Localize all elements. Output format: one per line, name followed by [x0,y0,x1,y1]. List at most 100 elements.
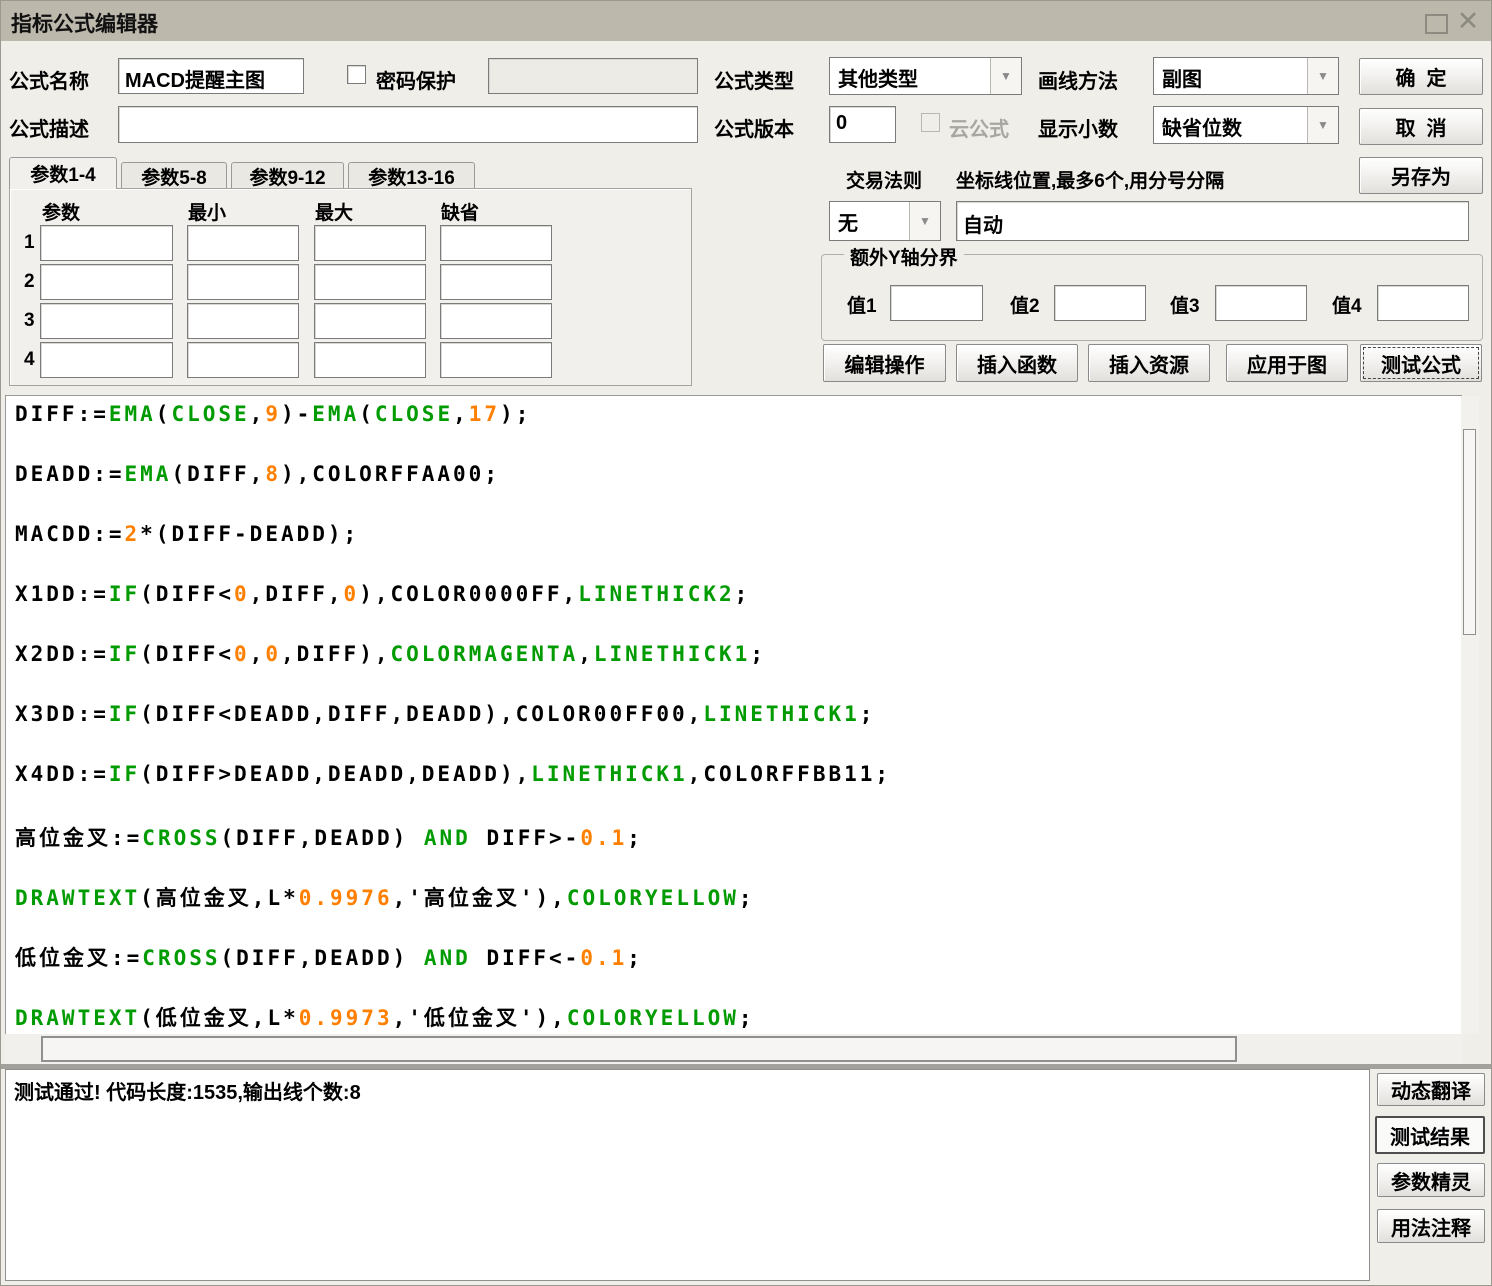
param-cell-input[interactable] [187,303,299,339]
formula-type-value: 其他类型 [838,69,918,91]
y2-input[interactable] [1054,285,1146,321]
formula-type-select[interactable]: 其他类型 ▼ [829,57,1022,95]
title-bar: 指标公式编辑器 [1,1,1491,41]
param-cell-input[interactable] [40,303,173,339]
password-input [488,58,698,94]
param-panel: 参数 最小 最大 缺省 1 2 3 4 [9,188,692,386]
y2-label: 值2 [1010,296,1040,317]
param-cell-input[interactable] [40,342,173,378]
tab-params-13-16[interactable]: 参数13-16 [348,162,475,189]
trade-rule-select[interactable]: 无 ▼ [829,201,941,241]
param-row-number: 3 [24,310,35,331]
param-cell-input[interactable] [440,225,552,261]
extra-y-title: 额外Y轴分界 [844,243,964,270]
formula-editor-window: 指标公式编辑器 ✕ 公式名称 MACD提醒主图 密码保护 公式类型 其他类型 ▼… [0,0,1492,1286]
vertical-scrollbar[interactable] [1461,396,1479,1034]
formula-name-input[interactable]: MACD提醒主图 [118,58,304,94]
param-row-number: 2 [24,271,35,292]
coord-line-input[interactable]: 自动 [956,201,1469,241]
formula-type-label: 公式类型 [714,71,794,93]
y4-input[interactable] [1377,285,1469,321]
formula-version-input[interactable]: 0 [829,106,896,143]
param-cell-input[interactable] [187,264,299,300]
cancel-button[interactable]: 取 消 [1359,108,1483,145]
horizontal-scrollbar[interactable] [5,1034,1463,1064]
formula-name-label: 公式名称 [9,71,89,93]
param-cell-input[interactable] [314,303,426,339]
apply-to-chart-button[interactable]: 应用于图 [1226,344,1348,382]
param-cell-input[interactable] [440,342,552,378]
draw-method-select[interactable]: 副图 ▼ [1153,57,1339,95]
usage-note-button[interactable]: 用法注释 [1377,1209,1485,1243]
param-col-header: 最大 [315,203,354,224]
code-line: X1DD:=IF(DIFF<0,DIFF,0),COLOR0000FF,LINE… [15,582,751,606]
save-as-button[interactable]: 另存为 [1359,157,1483,194]
param-cell-input[interactable] [40,264,173,300]
param-cell-input[interactable] [187,225,299,261]
chevron-down-icon[interactable]: ▼ [909,202,940,240]
y1-label: 值1 [847,296,877,317]
param-cell-input[interactable] [314,225,426,261]
param-col-header: 参数 [42,203,81,224]
code-editor[interactable]: DIFF:=EMA(CLOSE,9)-EMA(CLOSE,17); DEADD:=… [5,395,1462,1035]
decimal-label: 显示小数 [1038,119,1118,141]
tab-params-1-4[interactable]: 参数1-4 [9,157,117,189]
param-cell-input[interactable] [440,264,552,300]
code-line: DEADD:=EMA(DIFF,8),COLORFFAA00; [15,462,500,486]
chevron-down-icon[interactable]: ▼ [1307,58,1338,94]
trade-rule-value: 无 [838,213,858,235]
code-line: DRAWTEXT(高位金叉,L*0.9976,'高位金叉'),COLORYELL… [15,886,755,910]
param-cell-input[interactable] [187,342,299,378]
coord-line-hint: 坐标线位置,最多6个,用分号分隔 [956,171,1225,192]
param-col-header: 最小 [188,203,227,224]
y4-label: 值4 [1332,296,1362,317]
chevron-down-icon[interactable]: ▼ [990,58,1021,94]
param-row-number: 1 [24,232,35,253]
code-line: DIFF:=EMA(CLOSE,9)-EMA(CLOSE,17); [15,402,532,426]
param-cell-input[interactable] [314,264,426,300]
code-line: DRAWTEXT(低位金叉,L*0.9973,'低位金叉'),COLORYELL… [15,1006,755,1030]
test-result-panel: 测试通过! 代码长度:1535,输出线个数:8 [5,1069,1370,1281]
decimal-value: 缺省位数 [1162,118,1242,140]
code-line: 低位金叉:=CROSS(DIFF,DEADD) AND DIFF<-0.1; [15,946,643,970]
code-line: 高位金叉:=CROSS(DIFF,DEADD) AND DIFF>-0.1; [15,826,643,850]
test-result-button[interactable]: 测试结果 [1375,1116,1485,1154]
formula-desc-input[interactable] [118,106,698,143]
vertical-scrollbar-thumb[interactable] [1463,429,1476,635]
password-label: 密码保护 [376,71,456,93]
tab-params-5-8[interactable]: 参数5-8 [121,162,227,189]
code-line: MACDD:=2*(DIFF-DEADD); [15,522,360,546]
param-wizard-button[interactable]: 参数精灵 [1377,1163,1485,1197]
extra-y-group: 额外Y轴分界 值1 值2 值3 值4 [821,243,1483,341]
draw-method-label: 画线方法 [1038,71,1118,93]
maximize-icon[interactable] [1425,14,1448,34]
dynamic-translate-button[interactable]: 动态翻译 [1377,1073,1485,1106]
ok-button[interactable]: 确 定 [1359,58,1483,95]
y3-label: 值3 [1170,296,1200,317]
param-cell-input[interactable] [40,225,173,261]
y3-input[interactable] [1215,285,1307,321]
param-cell-input[interactable] [314,342,426,378]
code-line: X3DD:=IF(DIFF<DEADD,DIFF,DEADD),COLOR00F… [15,702,876,726]
tab-params-9-12[interactable]: 参数9-12 [231,162,344,189]
decimal-select[interactable]: 缺省位数 ▼ [1153,106,1339,144]
y1-input[interactable] [890,285,983,321]
param-col-header: 缺省 [441,203,480,224]
password-checkbox[interactable] [347,65,366,84]
horizontal-scrollbar-thumb[interactable] [41,1036,1237,1062]
param-cell-input[interactable] [440,303,552,339]
edit-operation-button[interactable]: 编辑操作 [823,344,946,382]
window-title: 指标公式编辑器 [11,13,158,36]
param-row-number: 4 [24,349,35,370]
test-formula-button[interactable]: 测试公式 [1360,344,1482,382]
code-line: X4DD:=IF(DIFF>DEADD,DEADD,DEADD),LINETHI… [15,762,892,786]
trade-rule-label: 交易法则 [846,171,923,192]
code-content: DIFF:=EMA(CLOSE,9)-EMA(CLOSE,17); DEADD:=… [15,402,1461,1034]
formula-version-label: 公式版本 [714,119,794,141]
cloud-formula-checkbox [921,113,940,132]
insert-resource-button[interactable]: 插入资源 [1088,344,1210,382]
chevron-down-icon[interactable]: ▼ [1307,107,1338,143]
insert-function-button[interactable]: 插入函数 [956,344,1078,382]
close-icon[interactable]: ✕ [1453,5,1483,37]
formula-desc-label: 公式描述 [9,119,89,141]
